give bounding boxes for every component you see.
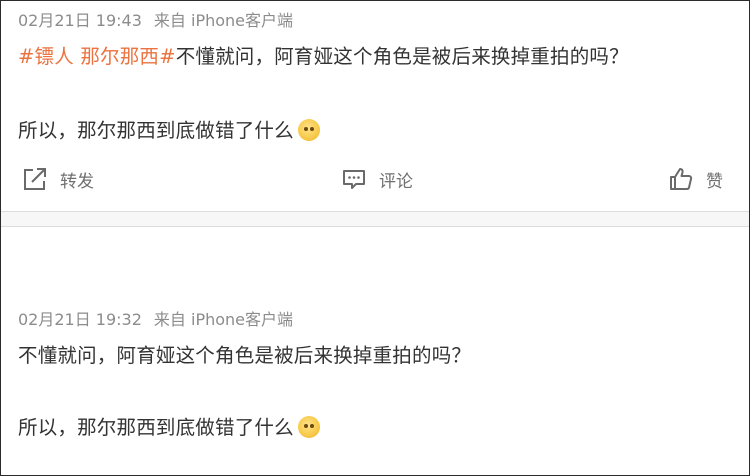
screenshot-frame <box>0 0 750 476</box>
post-source[interactable]: 来自 iPhone客户端 <box>154 310 293 329</box>
repost-label: 转发 <box>60 171 94 192</box>
post-timestamp[interactable]: 02月21日 19:43 <box>18 11 142 30</box>
post-text-line1: 不懂就问，阿育娅这个角色是被后来换掉重拍的吗？ <box>18 344 472 367</box>
post-text-line1: 不懂就问，阿育娅这个角色是被后来换掉重拍的吗？ <box>175 45 629 68</box>
comment-bubble-icon <box>343 170 365 189</box>
pray-emoji-icon <box>297 119 320 141</box>
divider <box>1 226 749 227</box>
post-text: 不懂就问，阿育娅这个角色是被后来换掉重拍的吗？ <box>18 339 471 368</box>
comment-button[interactable]: 评论 <box>341 166 413 192</box>
post-meta: 02月21日 19:32 来自 iPhone客户端 <box>18 306 293 330</box>
post-text-line2: 所以，那尔那西到底做错了什么 <box>18 119 294 142</box>
repost-button[interactable]: 转发 <box>22 166 94 192</box>
post-text-line2-row: 所以，那尔那西到底做错了什么 <box>18 114 320 143</box>
comment-label: 评论 <box>379 171 413 192</box>
share-arrow-icon <box>24 168 46 190</box>
post-text-line2: 所以，那尔那西到底做错了什么 <box>18 416 294 439</box>
post-meta: 02月21日 19:43 来自 iPhone客户端 <box>18 7 293 31</box>
action-bar: 转发 评论 赞 <box>0 166 750 206</box>
post-text-line2-row: 所以，那尔那西到底做错了什么 <box>18 411 320 440</box>
post-source[interactable]: 来自 iPhone客户端 <box>154 11 293 30</box>
like-label: 赞 <box>706 171 723 192</box>
topic-tag-link[interactable]: #镖人 那尔那西# <box>18 45 176 68</box>
card-gap <box>1 212 749 226</box>
like-button[interactable]: 赞 <box>668 166 723 192</box>
post-text: #镖人 那尔那西#不懂就问，阿育娅这个角色是被后来换掉重拍的吗？ <box>18 40 629 69</box>
post-timestamp[interactable]: 02月21日 19:32 <box>18 310 142 329</box>
thumbs-up-icon <box>670 168 693 190</box>
pray-emoji-icon <box>297 416 320 438</box>
